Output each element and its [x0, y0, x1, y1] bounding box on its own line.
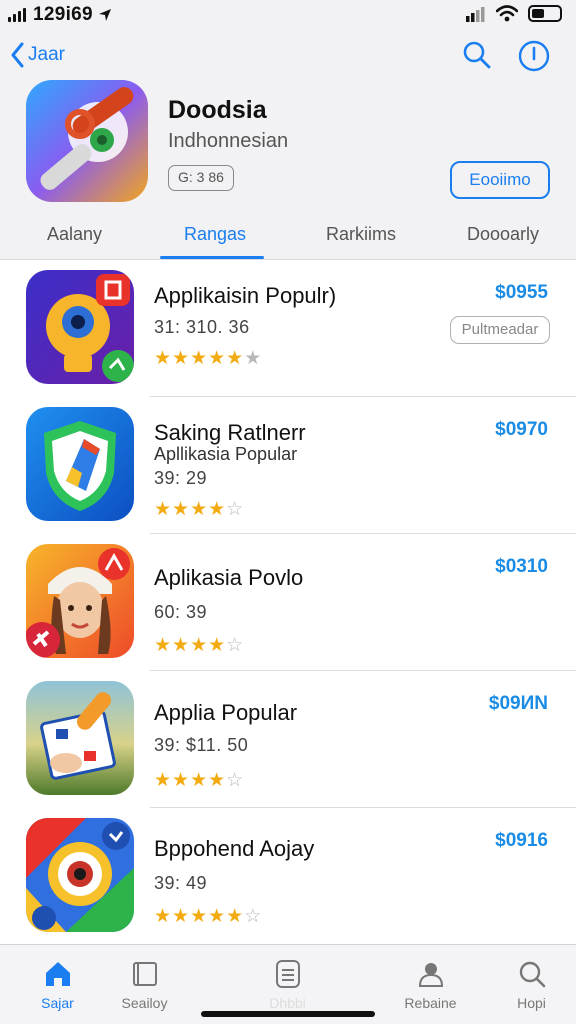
cellular-bars-icon: [466, 6, 485, 22]
list-item[interactable]: Aplikasia Povlo 60: 39 ★★★★☆ $0310: [0, 534, 576, 671]
tabbar-item-seailoy[interactable]: Seailoy: [87, 945, 202, 1024]
rating-stars: ★★★★☆: [154, 635, 245, 656]
tab-doooarly[interactable]: Doooarly: [467, 224, 539, 245]
home-icon: [46, 962, 70, 986]
segment-tabs: Aalany Rangas Rarkiims Doooarly: [0, 216, 576, 260]
app-header: Jaar Doodsia Indhonnesian G: 3 86 Eooiim…: [0, 30, 576, 260]
app-title: Aplikasia Povlo: [154, 565, 304, 590]
list-item[interactable]: Applikaisin Populr) 31: 310. 36 ★★★★★★ $…: [0, 260, 576, 397]
book-icon: [133, 962, 157, 986]
tabbar-item-hopi[interactable]: Hopi: [474, 945, 576, 1024]
location-arrow-icon: [98, 9, 111, 21]
tabbar-label: Seailoy: [121, 995, 168, 1011]
tab-aalany[interactable]: Aalany: [47, 224, 102, 245]
tabbar-label: Dhbbi: [269, 995, 306, 1011]
app-title: Applikaisin Populr): [154, 283, 337, 308]
app-price: $0955: [495, 282, 548, 303]
tabbar-label: Hopi: [517, 995, 546, 1011]
search-icon: [519, 961, 546, 988]
home-indicator: [201, 1011, 375, 1017]
list-item[interactable]: Bppohend Aojay 39: 49 ★★★★★☆ $0916: [0, 808, 576, 945]
app-icon-person: [26, 544, 134, 658]
battery-icon: [528, 5, 562, 22]
rating-stars: ★★★★★★: [154, 348, 263, 369]
status-bar: 129i69: [0, 0, 576, 30]
featured-app-name: Doodsia: [168, 96, 267, 124]
tab-rangas[interactable]: Rangas: [184, 224, 246, 245]
app-meta: 31: 310. 36: [154, 317, 250, 337]
app-title: Bppohend Aojay: [154, 836, 315, 861]
app-subtitle: Apllikasia Popular: [154, 444, 298, 464]
back-label: Jaar: [28, 44, 65, 65]
app-price: $0916: [495, 830, 548, 851]
app-meta: 39: 29: [154, 468, 208, 488]
featured-app-icon: [26, 80, 148, 202]
app-price: $0310: [495, 556, 548, 577]
app-title: Saking Ratlnerr: [154, 420, 306, 445]
rating-stars: ★★★★☆: [154, 770, 245, 791]
info-icon[interactable]: [518, 40, 550, 72]
tab-rarkiims[interactable]: Rarkiims: [326, 224, 396, 245]
status-time: 129i69: [33, 4, 93, 25]
rating-stars: ★★★★★☆: [154, 906, 263, 927]
profile-icon: [418, 963, 444, 987]
chevron-left-icon: [11, 42, 24, 68]
featured-app-action-button[interactable]: Eooiimo: [450, 161, 550, 199]
wifi-icon: [496, 5, 518, 22]
search-icon[interactable]: [462, 40, 492, 70]
list-item[interactable]: Saking Ratlnerr Apllikasia Popular 39: 2…: [0, 397, 576, 534]
tabbar-label: Rebaine: [404, 995, 457, 1011]
app-icon-camera: [26, 270, 134, 384]
app-price: $09ИN: [488, 693, 548, 714]
status-right: [466, 5, 562, 22]
list-item[interactable]: Applia Popular 39: $11. 50 ★★★★☆ $09ИN: [0, 671, 576, 808]
get-button[interactable]: Pultmeadar: [450, 316, 550, 344]
app-meta: 39: $11. 50: [154, 735, 249, 755]
status-left: 129i69: [8, 4, 113, 26]
app-icon-game: [26, 681, 134, 795]
app-meta: 39: 49: [154, 873, 208, 893]
back-button[interactable]: Jaar: [10, 42, 65, 68]
rating-stars: ★★★★☆: [154, 499, 245, 520]
featured-app-subtitle: Indhonnesian: [168, 130, 289, 152]
app-price: $0970: [495, 419, 548, 440]
featured-app-chip: G: 3 86: [168, 165, 234, 191]
cellular-signal-icon: [8, 8, 26, 22]
tabbar-item-rebaine[interactable]: Rebaine: [373, 945, 488, 1024]
app-icon-shield: [26, 407, 134, 521]
app-title: Applia Popular: [154, 700, 298, 725]
app-icon-lens: [26, 818, 134, 932]
list-icon: [276, 960, 300, 988]
app-meta: 60: 39: [154, 602, 208, 622]
